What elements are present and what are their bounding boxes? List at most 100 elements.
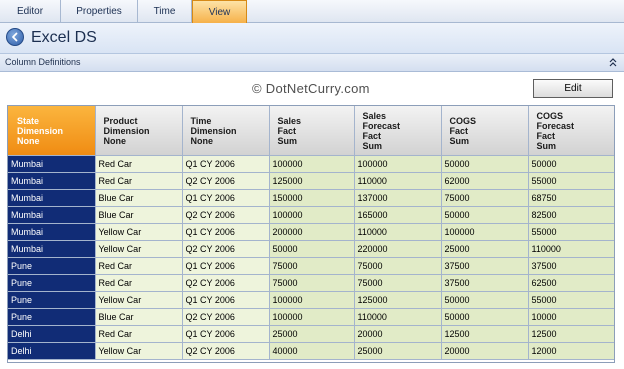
table-cell[interactable]: 68750 (528, 189, 614, 207)
tab-time[interactable]: Time (138, 0, 192, 23)
table-cell[interactable]: 40000 (269, 342, 355, 360)
table-cell[interactable]: Yellow Car (95, 223, 183, 241)
table-cell[interactable]: 55000 (528, 223, 614, 241)
row-header-cell[interactable]: Mumbai (8, 155, 96, 173)
table-row[interactable]: Pune Red Car Q1 CY 2006 75000 75000 37500 3750… (8, 257, 614, 275)
table-row[interactable]: Pune Yellow Car Q1 CY 2006 100000 125000 5000… (8, 291, 614, 309)
table-row[interactable]: Delhi Red Car Q1 CY 2006 25000 20000 12500 125… (8, 325, 614, 343)
table-cell[interactable]: Q1 CY 2006 (182, 189, 270, 207)
table-cell[interactable]: Q2 CY 2006 (182, 172, 270, 190)
back-button[interactable] (6, 28, 24, 46)
table-cell[interactable]: 125000 (354, 291, 442, 309)
column-header[interactable]: COGS Forecast Fact Sum (528, 106, 614, 156)
table-cell[interactable]: 25000 (269, 325, 355, 343)
table-cell[interactable]: 100000 (441, 223, 529, 241)
table-cell[interactable]: Q2 CY 2006 (182, 308, 270, 326)
table-row[interactable]: Pune Blue Car Q2 CY 2006 100000 110000 50000 1… (8, 308, 614, 326)
table-cell[interactable]: Red Car (95, 172, 183, 190)
table-cell[interactable]: 110000 (354, 172, 442, 190)
row-header-cell[interactable]: Mumbai (8, 189, 96, 207)
table-cell[interactable]: 100000 (269, 155, 355, 173)
table-cell[interactable]: 75000 (354, 274, 442, 292)
row-header-cell[interactable]: Pune (8, 308, 96, 326)
table-cell[interactable]: Blue Car (95, 189, 183, 207)
table-cell[interactable]: 12500 (528, 325, 614, 343)
row-header-cell[interactable]: Pune (8, 257, 96, 275)
table-cell[interactable]: 50000 (441, 291, 529, 309)
table-cell[interactable]: Q2 CY 2006 (182, 342, 270, 360)
row-header-cell[interactable]: Pune (8, 291, 96, 309)
table-cell[interactable]: Blue Car (95, 206, 183, 224)
table-cell[interactable]: Q1 CY 2006 (182, 325, 270, 343)
row-header-cell[interactable]: Pune (8, 274, 96, 292)
table-cell[interactable]: 110000 (354, 223, 442, 241)
edit-button[interactable]: Edit (533, 79, 613, 98)
table-cell[interactable]: 220000 (354, 240, 442, 258)
table-cell[interactable]: 25000 (354, 342, 442, 360)
table-cell[interactable]: 150000 (269, 189, 355, 207)
table-cell[interactable]: Yellow Car (95, 342, 183, 360)
table-cell[interactable]: 50000 (269, 240, 355, 258)
tab-view[interactable]: View (192, 0, 247, 23)
row-header-cell[interactable]: Delhi (8, 325, 96, 343)
table-cell[interactable]: 165000 (354, 206, 442, 224)
table-cell[interactable]: 37500 (441, 257, 529, 275)
table-cell[interactable]: Q1 CY 2006 (182, 155, 270, 173)
table-row[interactable]: Mumbai Red Car Q2 CY 2006 125000 110000 62000… (8, 172, 614, 190)
column-header[interactable]: Sales Fact Sum (269, 106, 355, 156)
table-cell[interactable]: 50000 (441, 206, 529, 224)
row-header-cell[interactable]: Delhi (8, 342, 96, 360)
table-cell[interactable]: Red Car (95, 257, 183, 275)
table-cell[interactable]: 75000 (354, 257, 442, 275)
table-cell[interactable]: 55000 (528, 172, 614, 190)
table-row[interactable]: Mumbai Yellow Car Q2 CY 2006 50000 220000 250… (8, 240, 614, 258)
table-row[interactable]: Mumbai Blue Car Q2 CY 2006 100000 165000 5000… (8, 206, 614, 224)
table-cell[interactable]: 12000 (528, 342, 614, 360)
tab-editor[interactable]: Editor (0, 0, 61, 23)
table-cell[interactable]: 37500 (441, 274, 529, 292)
table-cell[interactable]: 125000 (269, 172, 355, 190)
table-cell[interactable]: 20000 (441, 342, 529, 360)
table-cell[interactable]: 62000 (441, 172, 529, 190)
table-cell[interactable]: Red Car (95, 274, 183, 292)
table-cell[interactable]: 50000 (441, 308, 529, 326)
table-cell[interactable]: 75000 (269, 257, 355, 275)
table-cell[interactable]: 137000 (354, 189, 442, 207)
column-header[interactable]: Product Dimension None (95, 106, 183, 156)
row-header-cell[interactable]: Mumbai (8, 172, 96, 190)
row-header-cell[interactable]: Mumbai (8, 223, 96, 241)
table-row[interactable]: Mumbai Yellow Car Q1 CY 2006 200000 110000 10… (8, 223, 614, 241)
table-row[interactable]: Delhi Yellow Car Q2 CY 2006 40000 25000 20000… (8, 342, 614, 360)
table-cell[interactable]: Q1 CY 2006 (182, 223, 270, 241)
table-cell[interactable]: 50000 (441, 155, 529, 173)
table-cell[interactable]: 100000 (269, 206, 355, 224)
column-header[interactable]: COGS Fact Sum (441, 106, 529, 156)
table-cell[interactable]: Red Car (95, 155, 183, 173)
table-cell[interactable]: 55000 (528, 291, 614, 309)
table-cell[interactable]: 62500 (528, 274, 614, 292)
table-cell[interactable]: Q1 CY 2006 (182, 291, 270, 309)
table-cell[interactable]: 100000 (269, 308, 355, 326)
collapse-up-icon[interactable] (608, 57, 618, 68)
table-cell[interactable]: 75000 (441, 189, 529, 207)
table-cell[interactable]: 200000 (269, 223, 355, 241)
table-cell[interactable]: 75000 (269, 274, 355, 292)
table-cell[interactable]: Yellow Car (95, 291, 183, 309)
table-cell[interactable]: Red Car (95, 325, 183, 343)
table-cell[interactable]: 12500 (441, 325, 529, 343)
tab-properties[interactable]: Properties (61, 0, 138, 23)
table-cell[interactable]: Q2 CY 2006 (182, 206, 270, 224)
table-cell[interactable]: 100000 (269, 291, 355, 309)
table-cell[interactable]: Q1 CY 2006 (182, 257, 270, 275)
column-header[interactable]: Time Dimension None (182, 106, 270, 156)
table-cell[interactable]: Q2 CY 2006 (182, 274, 270, 292)
table-cell[interactable]: 37500 (528, 257, 614, 275)
table-row[interactable]: Mumbai Red Car Q1 CY 2006 100000 100000 50000… (8, 155, 614, 173)
table-cell[interactable]: 20000 (354, 325, 442, 343)
table-cell[interactable]: 25000 (441, 240, 529, 258)
table-cell[interactable]: Yellow Car (95, 240, 183, 258)
row-header-cell[interactable]: Mumbai (8, 206, 96, 224)
row-header-cell[interactable]: Mumbai (8, 240, 96, 258)
table-row[interactable]: Pune Red Car Q2 CY 2006 75000 75000 37500 6250… (8, 274, 614, 292)
table-cell[interactable]: 50000 (528, 155, 614, 173)
